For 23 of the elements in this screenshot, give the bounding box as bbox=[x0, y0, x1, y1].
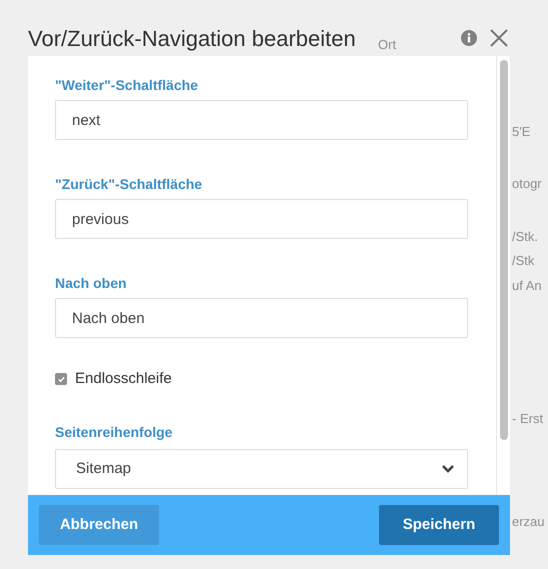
text-field[interactable]: previous bbox=[55, 199, 468, 239]
text-field[interactable]: Nach oben bbox=[55, 298, 468, 338]
text-field[interactable]: next bbox=[55, 100, 468, 140]
save-button[interactable]: Speichern bbox=[379, 505, 499, 545]
background-text: otogr bbox=[512, 176, 542, 192]
background-text: /Stk. bbox=[512, 229, 538, 245]
background-text: uf An bbox=[512, 278, 542, 294]
background-text: Ort bbox=[378, 37, 396, 53]
field-label: Nach oben bbox=[55, 274, 127, 293]
field-label: "Zurück"-Schaltfläche bbox=[55, 175, 202, 194]
select-field[interactable]: Sitemap bbox=[55, 449, 468, 489]
background-text: /Stk bbox=[512, 253, 534, 269]
background-text: - Erst bbox=[512, 411, 544, 427]
chevron-down-icon bbox=[441, 464, 455, 474]
background-text: erzau bbox=[512, 514, 545, 530]
info-icon[interactable] bbox=[461, 30, 477, 46]
dialog-title: Vor/Zurück-Navigation bearbeiten bbox=[28, 24, 356, 53]
field-label: Seitenreihenfolge bbox=[55, 423, 172, 442]
close-icon[interactable] bbox=[490, 29, 508, 47]
checkbox[interactable] bbox=[55, 373, 67, 385]
background-text: 5'E bbox=[512, 124, 530, 140]
checkbox-label: Endlosschleife bbox=[75, 369, 172, 389]
field-label: "Weiter"-Schaltfläche bbox=[55, 76, 198, 95]
